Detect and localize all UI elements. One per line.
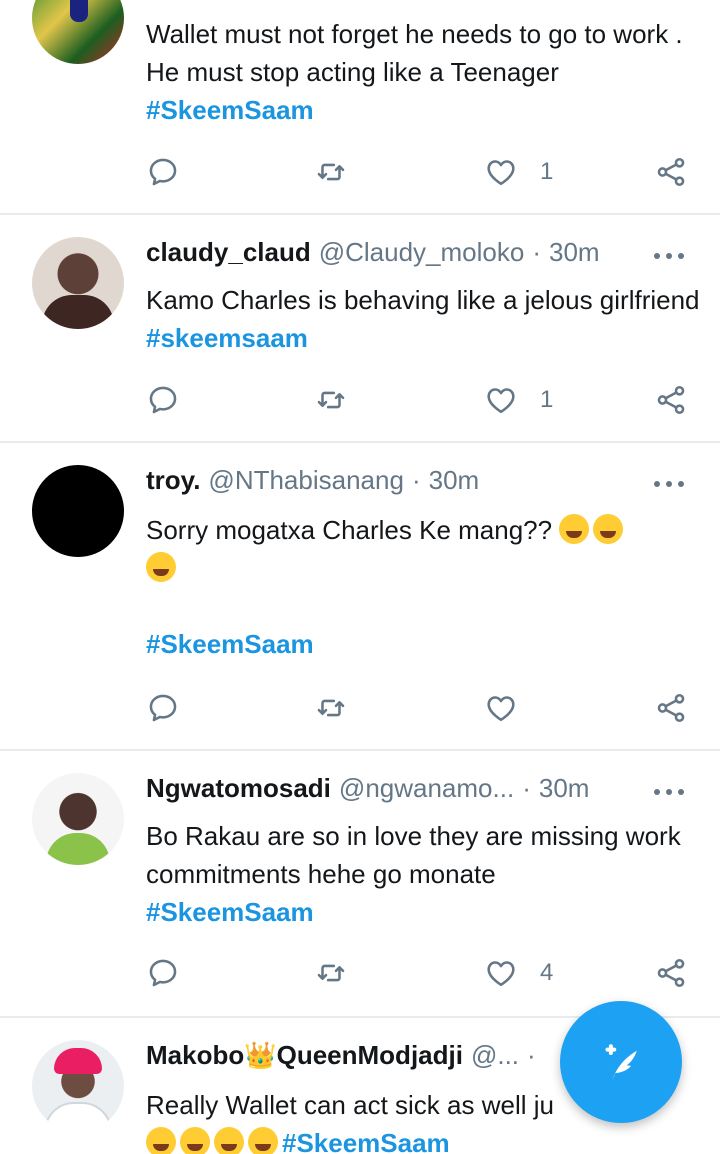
user-handle[interactable]: @NThabisanang xyxy=(208,465,404,496)
retweet-button[interactable] xyxy=(314,152,348,192)
timestamp[interactable]: 30m xyxy=(549,237,600,268)
like-count: 1 xyxy=(540,158,554,185)
share-button[interactable] xyxy=(654,688,688,728)
retweet-icon xyxy=(317,163,345,181)
tweet-4[interactable]: Ngwatomosadi @ngwanamo... · 30m Bo Rakau… xyxy=(0,751,720,1017)
more-icon[interactable] xyxy=(654,479,684,489)
reply-button[interactable] xyxy=(146,953,180,993)
timestamp[interactable]: 30m xyxy=(429,465,480,496)
woozy-face-emoji xyxy=(146,1127,176,1154)
tears-of-joy-emoji xyxy=(593,514,624,544)
heart-icon xyxy=(487,961,515,987)
reply-icon xyxy=(149,694,177,722)
avatar[interactable] xyxy=(32,1040,124,1132)
hashtag-link[interactable]: #skeemsaam xyxy=(146,323,308,353)
share-icon xyxy=(657,693,685,723)
user-handle[interactable]: @Claudy_moloko xyxy=(319,237,525,268)
avatar[interactable] xyxy=(32,0,124,64)
timeline-feed: Wallet must not forget he needs to go to… xyxy=(0,0,720,1154)
tweet-actions: 1 xyxy=(146,152,696,192)
tweet-actions: 1 xyxy=(146,380,696,420)
compose-tweet-button[interactable] xyxy=(560,1001,682,1123)
more-icon[interactable] xyxy=(654,251,684,261)
more-icon[interactable] xyxy=(654,787,684,797)
like-button[interactable] xyxy=(484,688,540,728)
crown-emoji: 👑 xyxy=(244,1040,277,1070)
user-handle[interactable]: @ngwanamo... xyxy=(339,773,514,804)
like-button[interactable]: 1 xyxy=(484,152,553,192)
separator-dot: · xyxy=(527,1040,536,1070)
user-handle[interactable]: @... xyxy=(471,1040,519,1071)
share-icon xyxy=(657,157,685,187)
avatar[interactable] xyxy=(32,465,124,557)
tweet-text: Sorry mogatxa Charles Ke mang?? #SkeemSa… xyxy=(146,511,706,663)
reply-button[interactable] xyxy=(146,688,180,728)
tweet-text: Kamo Charles is behaving like a jelous g… xyxy=(146,285,700,353)
tweet-actions: 4 xyxy=(146,953,696,993)
reply-button[interactable] xyxy=(146,152,180,192)
like-button[interactable]: 1 xyxy=(484,380,553,420)
reply-icon xyxy=(149,386,177,414)
avatar[interactable] xyxy=(32,773,124,865)
retweet-button[interactable] xyxy=(314,380,348,420)
retweet-icon xyxy=(317,391,345,409)
tweet-2[interactable]: claudy_claud @Claudy_moloko · 30m Kamo C… xyxy=(0,215,720,442)
retweet-button[interactable] xyxy=(314,688,348,728)
display-name[interactable]: claudy_claud xyxy=(146,237,311,268)
heart-icon xyxy=(487,388,515,414)
share-icon xyxy=(657,958,685,988)
separator-dot: · xyxy=(532,237,542,267)
reply-button[interactable] xyxy=(146,380,180,420)
tweet-text: Bo Rakau are so in love they are missing… xyxy=(146,821,681,927)
hashtag-link[interactable]: #SkeemSaam xyxy=(146,95,314,125)
share-button[interactable] xyxy=(654,953,688,993)
timestamp[interactable]: 30m xyxy=(539,773,590,804)
tweet-1[interactable]: Wallet must not forget he needs to go to… xyxy=(0,0,720,214)
like-button[interactable]: 4 xyxy=(484,953,553,993)
retweet-button[interactable] xyxy=(314,953,348,993)
retweet-icon xyxy=(317,699,345,717)
display-name[interactable]: Makobo👑QueenModjadji xyxy=(146,1040,463,1071)
tweet-actions xyxy=(146,688,696,728)
tears-of-joy-emoji xyxy=(248,1127,278,1154)
heart-icon xyxy=(487,160,515,186)
avatar[interactable] xyxy=(32,237,124,329)
rolling-on-floor-laughing-emoji xyxy=(214,1127,244,1154)
tweet-header: claudy_claud @Claudy_moloko · 30m xyxy=(146,237,600,271)
share-icon xyxy=(657,385,685,415)
tweet-header: Makobo👑QueenModjadji @... · xyxy=(146,1040,544,1074)
hashtag-link[interactable]: #SkeemSaam xyxy=(282,1128,450,1154)
share-button[interactable] xyxy=(654,152,688,192)
like-count: 1 xyxy=(540,386,554,413)
share-button[interactable] xyxy=(654,380,688,420)
compose-tweet-icon xyxy=(605,1044,637,1080)
separator-dot: · xyxy=(411,465,421,495)
rolling-on-floor-laughing-emoji xyxy=(559,514,590,544)
tweet-header: Ngwatomosadi @ngwanamo... · 30m xyxy=(146,773,589,807)
display-name[interactable]: troy. xyxy=(146,465,200,496)
like-count: 4 xyxy=(540,959,554,986)
reply-icon xyxy=(149,959,177,987)
rolling-on-floor-laughing-emoji xyxy=(146,552,176,582)
reply-icon xyxy=(149,158,177,186)
hashtag-link[interactable]: #SkeemSaam xyxy=(146,629,314,659)
heart-icon xyxy=(487,696,515,722)
display-name[interactable]: Ngwatomosadi xyxy=(146,773,331,804)
separator-dot: · xyxy=(522,773,531,803)
retweet-icon xyxy=(317,964,345,982)
tweet-header: troy. @NThabisanang · 30m xyxy=(146,465,479,499)
tweet-3[interactable]: troy. @NThabisanang · 30m Sorry mogatxa … xyxy=(0,443,720,750)
hashtag-link[interactable]: #SkeemSaam xyxy=(146,897,314,927)
tweet-text: Wallet must not forget he needs to go to… xyxy=(146,19,683,125)
rolling-on-floor-laughing-emoji xyxy=(180,1127,210,1154)
